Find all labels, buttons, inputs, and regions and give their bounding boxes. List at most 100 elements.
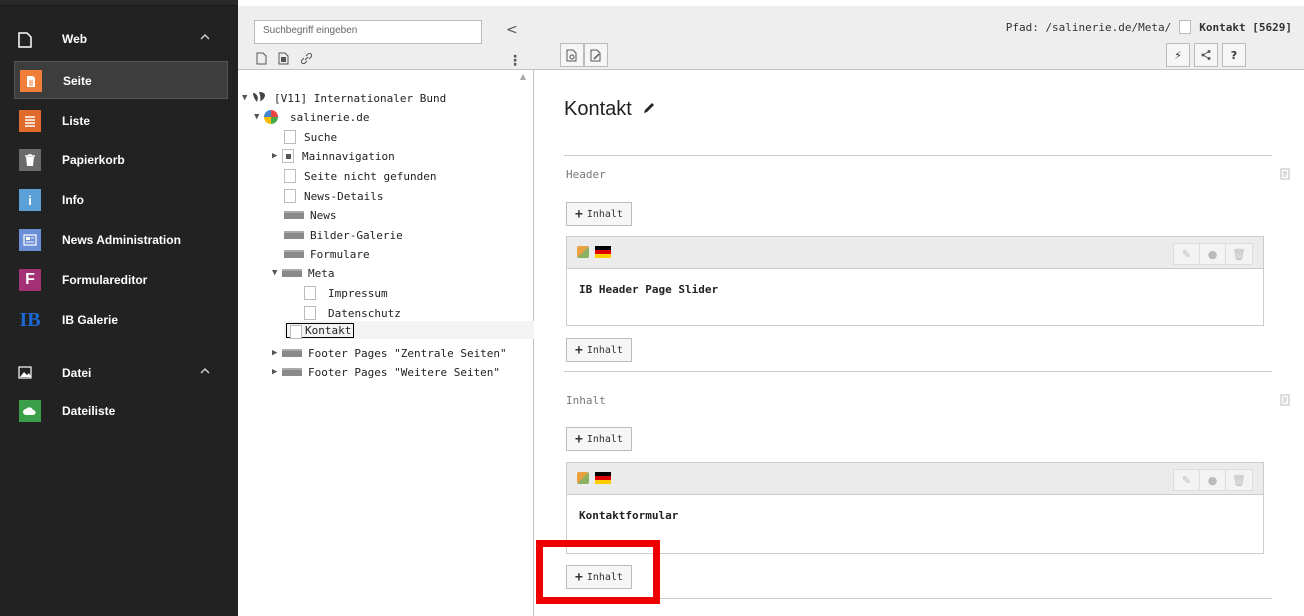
tree-node-seite-nicht-gefunden[interactable]: Seite nicht gefunden (284, 167, 436, 185)
tree-node-label: salinerie.de (290, 110, 370, 124)
plus-icon: + (575, 342, 583, 358)
new-page-icon[interactable] (256, 52, 270, 66)
tree-node-mainnavigation[interactable]: ▶ Mainnavigation (272, 147, 395, 165)
share-button[interactable] (1194, 43, 1218, 67)
content-element-toolbar: ✎ ● 🗑 (1173, 469, 1253, 491)
section-divider (564, 155, 1272, 156)
tree-node-datenschutz[interactable]: Datenschutz (304, 304, 401, 322)
tree-node-site[interactable]: ▼ salinerie.de (254, 108, 369, 126)
scroll-up-icon[interactable]: ▲ (516, 72, 530, 82)
delete-icon[interactable]: 🗑 (1226, 244, 1252, 264)
pencil-icon[interactable] (642, 98, 656, 121)
breadcrumb: Pfad: /salinerie.de/Meta/ Kontakt [5629] (1006, 20, 1292, 34)
content-element[interactable]: ✎ ● 🗑 Kontaktformular (566, 462, 1264, 554)
section-label-inhalt: Inhalt (566, 394, 606, 407)
tree-node-label: News (310, 208, 337, 222)
section-edit-icon[interactable] (1280, 168, 1294, 182)
content-type-icon (577, 246, 589, 258)
module-group-label: Datei (62, 366, 92, 380)
module-item-label: Info (62, 193, 84, 207)
expand-down-icon[interactable]: ▼ (272, 268, 282, 278)
tree-node-news[interactable]: News (284, 206, 337, 224)
section-edit-icon[interactable] (1280, 394, 1294, 408)
help-button[interactable]: ? (1222, 43, 1246, 67)
tree-node-footer-weitere[interactable]: ▶ Footer Pages "Weitere Seiten" (272, 363, 500, 381)
tree-search-input[interactable]: Suchbegriff eingeben (254, 20, 482, 44)
tree-node-label: Kontakt (305, 323, 352, 337)
add-content-button[interactable]: + Inhalt (566, 427, 632, 451)
module-item-info[interactable]: i Info (14, 181, 228, 219)
content-element-header: ✎ ● 🗑 (567, 463, 1263, 495)
module-item-papierkorb[interactable]: Papierkorb (14, 141, 228, 179)
page-icon (284, 189, 296, 203)
page-title-text: Kontakt (564, 98, 632, 120)
content-element[interactable]: ✎ ● 🗑 IB Header Page Slider (566, 236, 1264, 326)
link-icon[interactable] (300, 52, 314, 66)
chevron-up-icon[interactable] (200, 30, 210, 44)
expand-right-icon[interactable]: ▶ (272, 367, 282, 377)
tree-node-bilder-galerie[interactable]: Bilder-Galerie (284, 226, 403, 244)
tree-node-label: Seite nicht gefunden (304, 169, 437, 183)
delete-icon[interactable]: 🗑 (1226, 470, 1252, 490)
tree-node-label: Impressum (328, 286, 388, 300)
view-page-button[interactable] (560, 43, 584, 67)
section-divider (564, 598, 1272, 599)
plus-icon: + (575, 431, 583, 447)
tree-node-label: Meta (308, 266, 335, 280)
tree-toolbar (256, 52, 314, 66)
tree-node-news-details[interactable]: News-Details (284, 187, 383, 205)
tree-node-suche[interactable]: Suche (284, 128, 337, 146)
more-options-icon[interactable]: ⋮ (508, 53, 522, 69)
tree-node-root[interactable]: ▼ [V11] Internationaler Bund (242, 89, 446, 107)
expand-down-icon[interactable]: ▼ (254, 112, 264, 122)
tree-node-label: Footer Pages "Zentrale Seiten" (308, 346, 507, 360)
module-item-news-administration[interactable]: News Administration (14, 221, 228, 259)
module-item-liste[interactable]: Liste (14, 102, 228, 140)
module-item-dateiliste[interactable]: Dateiliste (14, 392, 228, 430)
page-icon (284, 130, 296, 144)
edit-icon[interactable]: ✎ (1174, 470, 1200, 490)
tree-node-footer-zentrale[interactable]: ▶ Footer Pages "Zentrale Seiten" (272, 344, 507, 362)
content-element-title: Kontaktformular (579, 509, 679, 522)
tree-node-label: News-Details (304, 189, 384, 203)
page-icon (1179, 20, 1192, 34)
toggle-visibility-icon[interactable]: ● (1200, 244, 1226, 264)
tree-node-impressum[interactable]: Impressum (304, 284, 388, 302)
german-flag-icon (595, 246, 611, 258)
tree-node-kontakt[interactable]: Kontakt (286, 321, 355, 339)
tree-node-label: [V11] Internationaler Bund (274, 91, 447, 105)
tree-node-formulare[interactable]: Formulare (284, 245, 370, 263)
site-globe-icon (264, 110, 278, 124)
folder-icon (282, 368, 302, 376)
add-content-label: Inhalt (586, 208, 623, 220)
edit-icon[interactable]: ✎ (1174, 244, 1200, 264)
expand-right-icon[interactable]: ▶ (272, 348, 282, 358)
module-item-formulareditor[interactable]: F Formulareditor (14, 261, 228, 299)
module-group-datei[interactable]: Datei (0, 356, 238, 392)
german-flag-icon (595, 472, 611, 484)
typo3-logo-icon (252, 91, 266, 106)
collapse-tree-button[interactable]: < (506, 22, 518, 38)
toggle-visibility-icon[interactable]: ● (1200, 470, 1226, 490)
highlight-annotation (536, 540, 660, 604)
page-icon (20, 70, 42, 92)
content-element-header: ✎ ● 🗑 (567, 237, 1263, 269)
clear-cache-button[interactable]: ⚡ (1166, 43, 1190, 67)
add-content-button[interactable]: + Inhalt (566, 202, 632, 226)
form-f-icon: F (19, 269, 41, 291)
add-content-button[interactable]: + Inhalt (566, 338, 632, 362)
module-item-ib-galerie[interactable]: IB IB Galerie (14, 301, 228, 339)
tree-node-label: Footer Pages "Weitere Seiten" (308, 365, 501, 379)
page-icon (290, 324, 302, 339)
expand-right-icon[interactable]: ▶ (272, 151, 282, 161)
expand-down-icon[interactable]: ▼ (242, 93, 252, 103)
chevron-up-icon[interactable] (200, 364, 210, 378)
tree-node-label: Formulare (310, 247, 370, 261)
tree-node-meta[interactable]: ▼ Meta (272, 264, 335, 282)
plus-icon: + (575, 206, 583, 222)
module-item-seite[interactable]: Seite (14, 61, 228, 99)
module-group-web[interactable]: Web (0, 22, 238, 58)
edit-page-properties-button[interactable] (584, 43, 608, 67)
tree-node-label: Suche (304, 130, 338, 144)
filter-page-icon[interactable] (278, 52, 292, 66)
